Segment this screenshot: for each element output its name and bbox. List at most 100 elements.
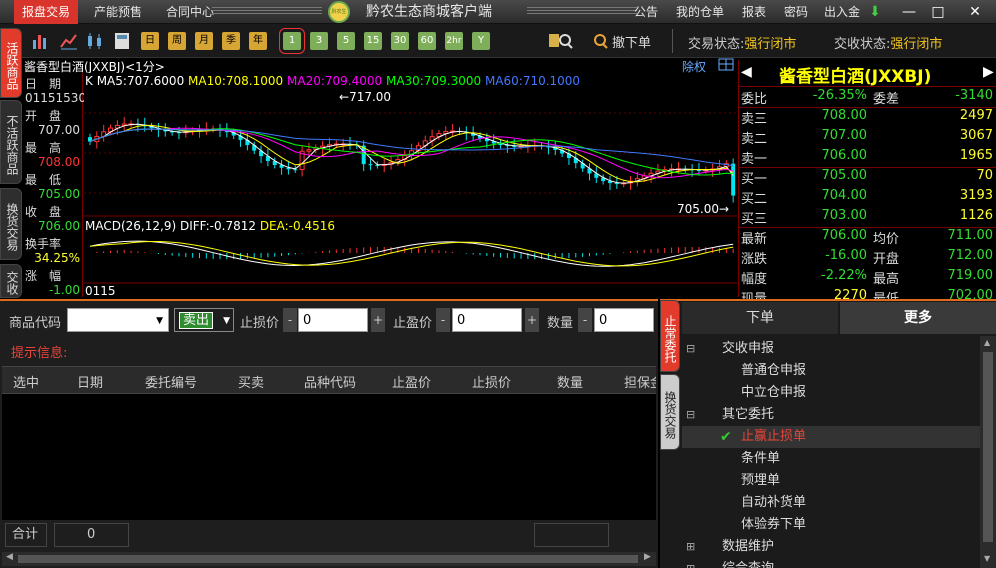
zoom-in-icon[interactable] (548, 33, 574, 49)
menu-notice[interactable]: 公告 (626, 0, 666, 24)
period-month[interactable]: 月 (195, 32, 213, 50)
expand-icon[interactable]: ⊞ (686, 536, 695, 558)
menu-report[interactable]: 报表 (734, 0, 774, 24)
minute-1[interactable]: 1 (279, 28, 305, 54)
ask-label: 卖三 (741, 112, 768, 127)
menu-presale[interactable]: 产能预售 (86, 0, 150, 24)
period-year[interactable]: 年 (249, 32, 267, 50)
menu-password[interactable]: 密码 (776, 0, 816, 24)
takeprofit-input[interactable]: 0 (452, 308, 522, 332)
minute-60[interactable]: 60 (418, 32, 436, 50)
tree-item[interactable]: 中立仓申报 (682, 382, 980, 404)
minimize-icon[interactable]: — (898, 2, 920, 22)
expand-icon[interactable]: ⊞ (686, 558, 695, 568)
col-qty[interactable]: 数量 (557, 372, 583, 391)
period-week[interactable]: 周 (168, 32, 186, 50)
stoploss-plus[interactable]: + (371, 308, 385, 332)
tree-item[interactable]: 体验券下单 (682, 514, 980, 536)
tab-normal-order[interactable]: 止常委托 (660, 300, 680, 372)
tab-active-products[interactable]: 活跃商品 (0, 28, 22, 98)
tree-group[interactable]: ⊞ 数据维护 (682, 536, 980, 558)
tree-group[interactable]: ⊟ 交收申报 (682, 338, 980, 360)
minute-5[interactable]: 5 (337, 32, 355, 50)
tree-item[interactable]: 自动补货单 (682, 492, 980, 514)
minute-30[interactable]: 30 (391, 32, 409, 50)
close-icon[interactable]: ✕ (964, 2, 986, 22)
col-margin[interactable]: 担保金 (624, 372, 656, 391)
diff-label: 委差 (873, 92, 900, 107)
minute-3[interactable]: 3 (310, 32, 328, 50)
layout-toggle-icon[interactable] (718, 58, 734, 71)
collapse-icon[interactable]: ⊟ (686, 338, 695, 360)
tree-scrollbar[interactable]: ▲ ▼ (980, 336, 996, 568)
tree-scroll-thumb[interactable] (983, 352, 993, 542)
tab-place-order[interactable]: 下单 (682, 302, 838, 334)
ratio-value: -26.35% (812, 88, 867, 103)
minute-2hr[interactable]: 2hr (445, 32, 463, 50)
takeprofit-label: 止盈价 (393, 316, 433, 331)
minute-15[interactable]: 15 (364, 32, 382, 50)
candlestick-icon[interactable] (86, 32, 104, 50)
period-quarter[interactable]: 季 (222, 32, 240, 50)
menu-warehouse[interactable]: 我的仓单 (668, 0, 732, 24)
bid-volume: 70 (976, 168, 993, 183)
stoploss-input[interactable]: 0 (298, 308, 368, 332)
tree-item[interactable]: 条件单 (682, 448, 980, 470)
bid-price: 704.00 (821, 188, 868, 203)
prev-symbol-icon[interactable]: ◀ (741, 64, 752, 80)
cancel-order-button[interactable]: 撤下单 (612, 32, 651, 51)
tree-item[interactable]: 预埋单 (682, 470, 980, 492)
tab-exchange-order[interactable]: 换货交易 (660, 374, 680, 450)
takeprofit-minus[interactable]: - (436, 308, 450, 332)
tree-scroll-down-icon[interactable]: ▼ (984, 554, 990, 563)
menu-funds[interactable]: 出入金 (816, 0, 868, 24)
calculator-icon[interactable] (114, 32, 130, 50)
bar-chart-icon[interactable] (32, 32, 48, 50)
tree-scroll-up-icon[interactable]: ▲ (984, 338, 990, 347)
horizontal-scrollbar[interactable]: ◀ ▶ (2, 552, 656, 566)
tree-group[interactable]: ⊞ 综合查询 (682, 558, 980, 568)
scroll-thumb[interactable] (18, 555, 638, 563)
side-select[interactable]: 卖出 ▼ (174, 308, 234, 332)
tree-group[interactable]: ⊟ 其它委托 (682, 404, 980, 426)
maximize-icon[interactable]: □ (927, 2, 949, 22)
tab-more[interactable]: 更多 (840, 302, 996, 334)
col-stoploss[interactable]: 止损价 (472, 372, 511, 391)
period-day[interactable]: 日 (141, 32, 159, 50)
scroll-right-icon[interactable]: ▶ (644, 552, 651, 562)
change-label: 涨跌 (741, 252, 768, 267)
tree-item-label: 体验券下单 (741, 517, 807, 532)
col-code[interactable]: 品种代码 (304, 372, 356, 391)
candle-body (731, 163, 736, 196)
open-value-q: 712.00 (947, 248, 994, 263)
menu-trade[interactable]: 报盘交易 (14, 0, 79, 24)
next-symbol-icon[interactable]: ▶ (983, 64, 994, 80)
line-chart-icon[interactable] (60, 32, 78, 50)
ask-label: 卖二 (741, 132, 768, 147)
tab-inactive-products[interactable]: 不活跃商品 (0, 100, 22, 184)
qty-minus[interactable]: - (578, 308, 592, 332)
col-date[interactable]: 日期 (77, 372, 103, 391)
download-arrow-icon[interactable]: ⬇ (864, 2, 886, 22)
tree-item[interactable]: 普通仓申报 (682, 360, 980, 382)
col-side[interactable]: 买卖 (238, 372, 264, 391)
stoploss-minus[interactable]: - (283, 308, 297, 332)
col-select[interactable]: 选中 (13, 372, 39, 391)
bid-price: 705.00 (821, 168, 868, 183)
zoom-out-icon[interactable] (593, 33, 609, 49)
tab-exchange-trade[interactable]: 换货交易 (0, 188, 22, 260)
date-label: 日 期 (25, 77, 62, 91)
period-y[interactable]: Y (472, 32, 490, 50)
tree-item[interactable]: ✔ 止赢止损单 (682, 426, 980, 448)
candle-body (293, 169, 298, 171)
scroll-left-icon[interactable]: ◀ (6, 552, 13, 562)
col-takeprofit[interactable]: 止盈价 (392, 372, 431, 391)
tab-delivery[interactable]: 交收 (0, 264, 22, 298)
takeprofit-plus[interactable]: + (525, 308, 539, 332)
product-code-select[interactable]: ▼ (67, 308, 169, 332)
kline-chart[interactable]: K MA5:707.6000 MA10:708.1000 MA20:709.40… (84, 73, 737, 298)
qty-input[interactable]: 0 (594, 308, 654, 332)
collapse-icon[interactable]: ⊟ (686, 404, 695, 426)
col-order-id[interactable]: 委托编号 (145, 372, 197, 391)
tree-item-label: 数据维护 (722, 539, 775, 554)
